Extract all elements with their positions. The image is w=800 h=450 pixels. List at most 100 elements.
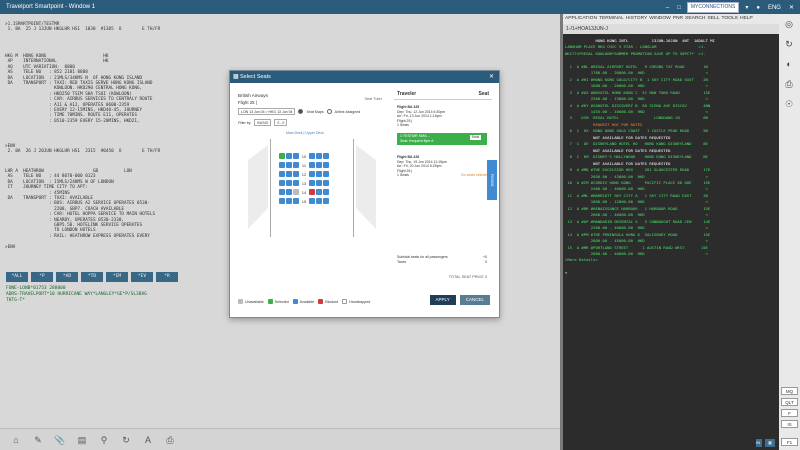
- seat-12L0[interactable]: [279, 171, 285, 177]
- seat-13L0[interactable]: [279, 180, 285, 186]
- flight-1-seats: 1 Seats: [397, 123, 409, 128]
- flight-2-seats-row: 1 Seats No seats selected: [397, 173, 489, 178]
- minimize-icon[interactable]: –: [664, 3, 671, 13]
- radio-seat-maps[interactable]: [298, 109, 304, 114]
- cancel-button[interactable]: CANCEL: [459, 295, 490, 305]
- row-number: 15: [301, 198, 307, 204]
- edit-icon[interactable]: ✎: [32, 434, 44, 446]
- menu-history[interactable]: HISTORY: [626, 14, 648, 24]
- seat-12L2[interactable]: [293, 171, 299, 177]
- flight-select[interactable]: LON 13 Jun 04 > HKG 13 Jun 04: [238, 108, 296, 115]
- seat-13R0[interactable]: [309, 180, 315, 186]
- seat-15R1[interactable]: [316, 198, 322, 204]
- seat-12L1[interactable]: [286, 171, 292, 177]
- seat-10L1[interactable]: [286, 153, 292, 159]
- seat-10R1[interactable]: [316, 153, 322, 159]
- search-icon[interactable]: ⚲: [98, 434, 110, 446]
- radio-seat-maps-label: Seat Maps: [306, 109, 324, 114]
- seat-11L1[interactable]: [286, 162, 292, 168]
- close-window-icon[interactable]: ✕: [787, 3, 796, 13]
- filter-select-range[interactable]: 0 - 0: [274, 119, 288, 126]
- menu-pnr[interactable]: PNR: [673, 14, 683, 24]
- menu-application[interactable]: APPLICATION: [565, 14, 597, 24]
- seat-11R0[interactable]: [309, 162, 315, 168]
- seat-row-12: 12: [279, 171, 329, 177]
- menu-tools[interactable]: TOOLS: [721, 14, 738, 24]
- seat-13L2[interactable]: [293, 180, 299, 186]
- sync-icon[interactable]: ↻: [783, 38, 795, 50]
- seat-14R1[interactable]: [316, 189, 322, 195]
- seat-11R1[interactable]: [316, 162, 322, 168]
- seat-14L0[interactable]: [279, 189, 285, 195]
- side-btn-mq[interactable]: MQ: [781, 387, 798, 395]
- close-icon[interactable]: ✕: [489, 71, 494, 83]
- total-label: TOTAL SEAT PRICE: [448, 275, 484, 279]
- side-btn-qlt[interactable]: QLT: [781, 398, 798, 406]
- seat-14R2[interactable]: [323, 189, 329, 195]
- total-value: 0: [484, 275, 487, 279]
- seat-11L0[interactable]: [279, 162, 285, 168]
- seat-12R0[interactable]: [309, 171, 315, 177]
- radio-airline-assigned[interactable]: [326, 109, 332, 114]
- right-terminal-pane[interactable]: APPLICATION TERMINAL HISTORY WINDOW PNR …: [563, 14, 779, 436]
- right-terminal-tab[interactable]: 1-/1+HOA13JUN-J: [563, 24, 779, 34]
- seat-15L2[interactable]: [293, 198, 299, 204]
- right-wing: [356, 145, 376, 229]
- chevron-down-icon[interactable]: ▾: [743, 3, 750, 13]
- globe-icon[interactable]: ◐: [783, 58, 795, 70]
- side-btn-f1[interactable]: F1: [781, 438, 798, 446]
- seat-tuter-link[interactable]: Seat Tuter: [364, 97, 382, 101]
- location-pin-icon[interactable]: ☉: [783, 98, 795, 110]
- print-icon[interactable]: ⎙: [164, 434, 176, 446]
- maximize-icon[interactable]: □: [675, 3, 683, 13]
- side-btn-is[interactable]: IS: [781, 420, 798, 428]
- seat-14L1[interactable]: [286, 189, 292, 195]
- menu-window[interactable]: WINDOW: [649, 14, 670, 24]
- seat-15R0[interactable]: [309, 198, 315, 204]
- menu-sell[interactable]: SELL: [707, 14, 719, 24]
- attach-icon[interactable]: 📎: [54, 434, 66, 446]
- subtotal-block: Subtotal seats for all passengers +0 Taxe…: [397, 255, 487, 265]
- seat-11R2[interactable]: [323, 162, 329, 168]
- connection-select[interactable]: MYCONNECTIONS: [686, 2, 740, 13]
- seat-11L2[interactable]: [293, 162, 299, 168]
- seat-15L0[interactable]: [279, 198, 285, 204]
- menu-terminal[interactable]: TERMINAL: [599, 14, 624, 24]
- seat-13L1[interactable]: [286, 180, 292, 186]
- font-size-icon[interactable]: A: [142, 434, 154, 446]
- user-icon[interactable]: ●: [754, 3, 762, 13]
- title-controls: – □ MYCONNECTIONS ▾ ● ENG ✕: [664, 2, 796, 13]
- menu-help[interactable]: HELP: [740, 14, 753, 24]
- seat-10R2[interactable]: [323, 153, 329, 159]
- right-grid-icon[interactable]: ▦: [765, 439, 775, 447]
- flight-1-info[interactable]: Flight BA 425 Dep: Thu, 12 Jun 2014 6:30…: [397, 105, 489, 128]
- apply-button[interactable]: APPLY: [429, 295, 456, 305]
- target-icon[interactable]: ◎: [783, 18, 795, 30]
- language-label[interactable]: ENG: [766, 3, 783, 13]
- seat-10L0[interactable]: [279, 153, 285, 159]
- menu-search[interactable]: SEARCH: [685, 14, 705, 24]
- seat-12R2[interactable]: [323, 171, 329, 177]
- refresh-icon[interactable]: ↻: [120, 434, 132, 446]
- seat-13R2[interactable]: [323, 180, 329, 186]
- seat-13R1[interactable]: [316, 180, 322, 186]
- radio-airline-assigned-label: Airline Assigned: [334, 109, 361, 114]
- seat-12R1[interactable]: [316, 171, 322, 177]
- right-command-input[interactable]: [566, 439, 756, 447]
- seat-legend: Unavailable Selected Available Blocked H…: [238, 299, 370, 304]
- legend-blocked-label: Blocked: [325, 299, 339, 304]
- passenger-seat-row[interactable]: 1 TESTMR SMA... Seat: frequent flyer # S…: [397, 133, 487, 145]
- seat-15L1[interactable]: [286, 198, 292, 204]
- seat-10R0[interactable]: [309, 153, 315, 159]
- seat-10L2[interactable]: [293, 153, 299, 159]
- side-btn-f[interactable]: F: [781, 409, 798, 417]
- home-icon[interactable]: ⌂: [10, 434, 22, 446]
- filter-select[interactable]: BUSIO: [254, 119, 272, 126]
- seat-15R2[interactable]: [323, 198, 329, 204]
- flight-2-info[interactable]: Flight BA 426 Dep: Thu, 19 Jun 2014 11:1…: [397, 155, 489, 178]
- document-icon[interactable]: ▤: [76, 434, 88, 446]
- deck-tabs[interactable]: Main Deck | Upper Deck: [286, 131, 324, 135]
- rows-side-tab[interactable]: ROWS: [487, 160, 497, 200]
- printer-icon[interactable]: ⎙: [783, 78, 795, 90]
- seat-heading: Seat: [478, 91, 489, 97]
